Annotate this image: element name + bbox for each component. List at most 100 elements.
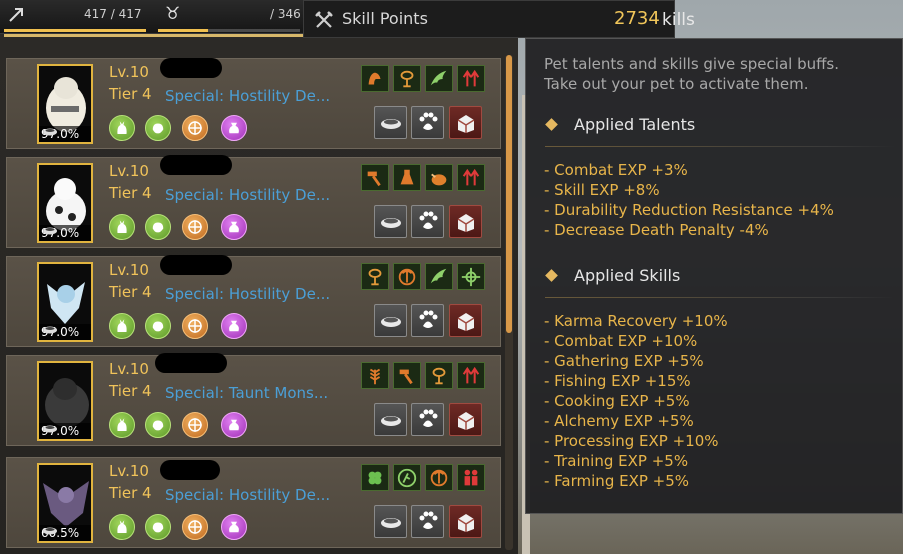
pet-tier: Tier 4	[109, 184, 152, 202]
lasso-talent-icon[interactable]	[393, 65, 421, 92]
compass-skill-icon[interactable]	[182, 514, 208, 540]
compass-skill-icon[interactable]	[182, 412, 208, 438]
feed-bowl-button[interactable]	[374, 403, 407, 436]
pet-special-skill[interactable]: Special: Taunt Mons...	[165, 384, 328, 402]
applied-skill-item: - Training EXP +5%	[544, 452, 689, 470]
pet-special-skill[interactable]: Special: Hostility De...	[165, 285, 330, 303]
compass-skill-icon[interactable]	[182, 214, 208, 240]
pouch-skill-icon[interactable]	[221, 514, 247, 540]
pickaxe-talent-icon[interactable]	[425, 464, 453, 491]
cat-skill-icon[interactable]	[109, 313, 135, 339]
food-bowl-icon	[43, 128, 57, 136]
wheat-talent-icon[interactable]	[361, 362, 389, 389]
pet-level: Lv.10	[109, 462, 149, 480]
applied-skill-item: - Cooking EXP +5%	[544, 392, 690, 410]
diamond-bullet-icon	[545, 269, 558, 282]
pouch-skill-icon[interactable]	[221, 214, 247, 240]
applied-skills-list: - Karma Recovery +10% - Combat EXP +10% - …	[544, 311, 728, 491]
red-arrows-talent-icon[interactable]	[457, 164, 485, 191]
applied-skills-header: Applied Skills	[545, 266, 680, 285]
paw-skill-icon[interactable]	[145, 313, 171, 339]
pet-portrait[interactable]: 97.0%	[37, 361, 93, 441]
wing-talent-icon[interactable]	[425, 263, 453, 290]
compass-skill-icon[interactable]	[182, 115, 208, 141]
pet-level: Lv.10	[109, 360, 149, 378]
feed-bowl-button[interactable]	[374, 505, 407, 538]
paw-skill-icon[interactable]	[145, 214, 171, 240]
red-figures-talent-icon[interactable]	[457, 464, 485, 491]
wing-talent-icon[interactable]	[425, 65, 453, 92]
cat-skill-icon[interactable]	[109, 115, 135, 141]
pet-special-skill[interactable]: Special: Hostility De...	[165, 486, 330, 504]
seal-pet-button[interactable]	[449, 106, 482, 139]
pet-command-button[interactable]	[411, 403, 444, 436]
redacted-pet-name	[155, 353, 227, 373]
pet-portrait[interactable]: 97.0%	[37, 262, 93, 342]
feed-bowl-button[interactable]	[374, 106, 407, 139]
feed-bowl-button[interactable]	[374, 205, 407, 238]
seal-pet-button[interactable]	[449, 304, 482, 337]
weight-icon: ♉	[165, 4, 181, 24]
applied-skill-item: - Gathering EXP +5%	[544, 352, 704, 370]
hammer-talent-icon[interactable]	[393, 362, 421, 389]
cat-skill-icon[interactable]	[109, 214, 135, 240]
weight-text: / 346	[270, 7, 301, 21]
pet-portrait[interactable]: 97.0%	[37, 64, 93, 144]
info-description: Pet talents and skills give special buff…	[544, 55, 840, 93]
feed-bowl-button[interactable]	[374, 304, 407, 337]
lasso-talent-icon[interactable]	[425, 362, 453, 389]
target-talent-icon[interactable]	[457, 263, 485, 290]
expand-icon[interactable]	[6, 5, 26, 25]
seal-pet-button[interactable]	[449, 505, 482, 538]
clover-talent-icon[interactable]	[361, 464, 389, 491]
red-arrows-talent-icon[interactable]	[457, 362, 485, 389]
cat-skill-icon[interactable]	[109, 412, 135, 438]
skill-points-label: Skill Points	[342, 9, 428, 28]
lasso-talent-icon[interactable]	[361, 263, 389, 290]
cooked-meat-talent-icon[interactable]	[425, 164, 453, 191]
pet-list-scroll-thumb[interactable]	[506, 55, 512, 333]
red-arrows-talent-icon[interactable]	[457, 65, 485, 92]
paw-skill-icon[interactable]	[145, 412, 171, 438]
paw-skill-icon[interactable]	[145, 115, 171, 141]
pet-tier: Tier 4	[109, 382, 152, 400]
pet-command-button[interactable]	[411, 205, 444, 238]
hunger-indicator: 97.0%	[39, 225, 91, 241]
applied-talent-item: - Durability Reduction Resistance +4%	[544, 201, 834, 219]
pet-special-skill[interactable]: Special: Hostility De...	[165, 186, 330, 204]
runner-talent-icon[interactable]	[393, 464, 421, 491]
seal-pet-button[interactable]	[449, 205, 482, 238]
hoof-talent-icon[interactable]	[361, 65, 389, 92]
paw-skill-icon[interactable]	[145, 514, 171, 540]
compass-skill-icon[interactable]	[182, 313, 208, 339]
pickaxe-talent-icon[interactable]	[393, 263, 421, 290]
status-bar: 417 / 417 ♉ / 346	[0, 0, 305, 34]
section-divider	[545, 297, 895, 298]
pouch-skill-icon[interactable]	[221, 115, 247, 141]
applied-talent-item: - Combat EXP +3%	[544, 161, 688, 179]
hp-bar-fill	[4, 29, 146, 32]
cat-skill-icon[interactable]	[109, 514, 135, 540]
pouch-skill-icon[interactable]	[221, 313, 247, 339]
pet-special-skill[interactable]: Special: Hostility De...	[165, 87, 330, 105]
section-divider	[545, 146, 895, 147]
hammer-talent-icon[interactable]	[361, 164, 389, 191]
pouch-skill-icon[interactable]	[221, 412, 247, 438]
food-bowl-icon	[43, 425, 57, 433]
redacted-pet-name	[160, 460, 220, 480]
skill-points-value: 2734	[614, 8, 660, 29]
pet-command-button[interactable]	[411, 304, 444, 337]
pet-portrait[interactable]: 97.0%	[37, 163, 93, 243]
pet-level: Lv.10	[109, 261, 149, 279]
food-bowl-icon	[43, 227, 57, 235]
pet-command-button[interactable]	[411, 106, 444, 139]
hunger-indicator: 97.0%	[39, 324, 91, 340]
applied-skill-item: - Karma Recovery +10%	[544, 312, 728, 330]
pet-command-button[interactable]	[411, 505, 444, 538]
hunger-indicator: 97.0%	[39, 423, 91, 439]
seal-pet-button[interactable]	[449, 403, 482, 436]
flask-talent-icon[interactable]	[393, 164, 421, 191]
diamond-bullet-icon	[545, 118, 558, 131]
pet-portrait[interactable]: 60.5%	[37, 463, 93, 543]
hp-bar	[4, 29, 146, 32]
